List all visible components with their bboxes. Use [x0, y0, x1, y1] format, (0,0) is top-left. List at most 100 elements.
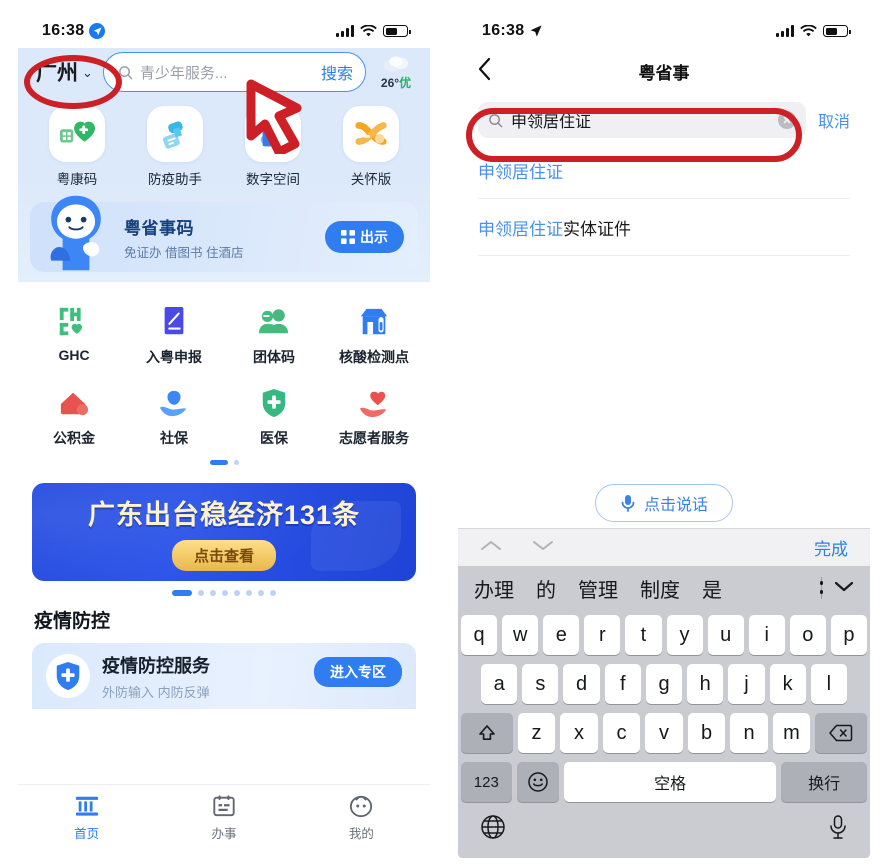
- microphone-icon[interactable]: [828, 814, 848, 845]
- carousel-dot[interactable]: [222, 590, 228, 596]
- cancel-button[interactable]: 取消: [818, 108, 850, 132]
- list-item[interactable]: 申领居住证实体证件: [478, 199, 850, 256]
- key-j[interactable]: j: [728, 664, 765, 704]
- key-w[interactable]: w: [502, 615, 539, 655]
- key-k[interactable]: k: [769, 664, 806, 704]
- search-value: 申领居住证: [511, 114, 592, 131]
- list-item[interactable]: 申领居住证: [478, 142, 850, 199]
- blue-spray-icon: [147, 106, 203, 162]
- key-c[interactable]: c: [602, 713, 641, 753]
- service-ttm[interactable]: 团体码: [224, 296, 324, 377]
- carousel-dot[interactable]: [270, 590, 276, 596]
- epidemic-service-card[interactable]: 疫情防控服务 外防输入 内防反弹 进入专区: [32, 643, 416, 709]
- show-code-button[interactable]: 出示: [325, 221, 404, 253]
- key-h[interactable]: h: [687, 664, 724, 704]
- service-zyzfw[interactable]: 志愿者服务: [324, 377, 424, 458]
- emoji-smiley-icon[interactable]: [516, 762, 560, 802]
- candidate-divider: [819, 577, 823, 599]
- carousel-dot[interactable]: [210, 590, 216, 596]
- status-bar-right: 16:38: [458, 8, 870, 48]
- key-f[interactable]: f: [604, 664, 641, 704]
- key-r[interactable]: r: [584, 615, 621, 655]
- key-o[interactable]: o: [789, 615, 826, 655]
- status-bar-left: 16:38: [18, 8, 430, 48]
- chevron-up-icon[interactable]: [480, 539, 502, 557]
- done-button[interactable]: 完成: [814, 535, 848, 560]
- voice-input-button[interactable]: 点击说话: [594, 484, 733, 522]
- service-yb[interactable]: 医保: [224, 377, 324, 458]
- space-key[interactable]: 空格: [564, 762, 777, 802]
- return-key[interactable]: 换行: [781, 762, 867, 802]
- carousel-dot[interactable]: [246, 590, 252, 596]
- shift-up-icon[interactable]: [461, 713, 513, 753]
- key-b[interactable]: b: [687, 713, 726, 753]
- candidate-word[interactable]: 管理: [578, 574, 618, 603]
- key-m[interactable]: m: [772, 713, 811, 753]
- blue-mascot-icon: [50, 195, 101, 271]
- key-i[interactable]: i: [748, 615, 785, 655]
- clear-circle-icon[interactable]: [777, 111, 796, 129]
- service-rysb[interactable]: 入粤申报: [124, 296, 224, 377]
- quick-action-fyzs[interactable]: 防疫助手: [137, 106, 213, 188]
- code-card-text: 粤省事码 免证办 借图书 住酒店: [124, 214, 243, 261]
- search-input[interactable]: 青少年服务... 搜索: [102, 52, 366, 92]
- city-selector[interactable]: 广州 ⌄: [34, 57, 93, 87]
- signal-bars-icon: [336, 25, 354, 37]
- key-u[interactable]: u: [707, 615, 744, 655]
- province-code-card[interactable]: 粤省事码 免证办 借图书 住酒店 出示: [30, 195, 418, 272]
- keyboard-row-2: a s d f g h j k l: [461, 664, 867, 704]
- key-d[interactable]: d: [563, 664, 600, 704]
- quick-action-ghb[interactable]: 关怀版: [333, 106, 409, 188]
- weather-widget[interactable]: 26°优: [376, 54, 416, 91]
- carousel-dot-active[interactable]: [172, 590, 192, 596]
- quick-action-szkj[interactable]: 数字空间: [235, 106, 311, 188]
- key-a[interactable]: a: [481, 664, 518, 704]
- tab-profile[interactable]: 我的: [293, 792, 430, 842]
- service-gjj[interactable]: 公积金: [24, 377, 124, 458]
- carousel-dot[interactable]: [198, 590, 204, 596]
- promo-banner-title: 广东出台稳经济131条: [87, 500, 361, 530]
- page-dot[interactable]: [233, 460, 239, 465]
- code-card-subtitle: 免证办 借图书 住酒店: [124, 245, 244, 260]
- candidate-expand-group: [811, 577, 854, 599]
- key-y[interactable]: y: [666, 615, 703, 655]
- right-phone-screen: 16:38 粤省事 申领居住证 取消 申领居住证 申领居住证实体证件 点击说话 …: [458, 8, 870, 858]
- chevron-down-icon[interactable]: [532, 539, 554, 557]
- carousel-dot[interactable]: [258, 590, 264, 596]
- key-v[interactable]: v: [645, 713, 683, 753]
- quick-action-ykm[interactable]: 粤康码: [39, 106, 115, 188]
- globe-icon[interactable]: [480, 814, 506, 845]
- candidate-word[interactable]: 制度: [640, 574, 680, 603]
- search-button[interactable]: 搜索: [321, 60, 353, 84]
- carousel-dot[interactable]: [234, 590, 240, 596]
- candidate-word[interactable]: 办理: [474, 574, 514, 603]
- group-people-icon: [224, 302, 324, 342]
- key-e[interactable]: e: [543, 615, 580, 655]
- search-input[interactable]: 申领居住证: [478, 102, 806, 138]
- chevron-down-icon[interactable]: [834, 579, 854, 597]
- key-p[interactable]: p: [830, 615, 867, 655]
- key-l[interactable]: l: [810, 664, 847, 704]
- key-g[interactable]: g: [645, 664, 683, 704]
- key-s[interactable]: s: [522, 664, 559, 704]
- candidate-word[interactable]: 的: [536, 574, 556, 603]
- promo-banner-button[interactable]: 点击查看: [171, 540, 276, 571]
- enter-zone-button[interactable]: 进入专区: [314, 657, 402, 687]
- promo-banner[interactable]: 广东出台稳经济131条 点击查看: [32, 483, 416, 581]
- key-z[interactable]: z: [517, 713, 556, 753]
- tab-label: 我的: [348, 827, 374, 841]
- location-arrow-icon: [89, 23, 106, 39]
- key-x[interactable]: x: [560, 713, 598, 753]
- candidate-word[interactable]: 是: [702, 574, 722, 603]
- service-hsjcd[interactable]: 核酸检测点: [324, 296, 424, 377]
- key-n[interactable]: n: [730, 713, 768, 753]
- numbers-key[interactable]: 123: [461, 762, 512, 802]
- key-t[interactable]: t: [625, 615, 662, 655]
- service-sb[interactable]: 社保: [124, 377, 224, 458]
- key-q[interactable]: q: [461, 615, 498, 655]
- service-ghc[interactable]: GHC: [24, 296, 124, 377]
- backspace-icon[interactable]: [815, 713, 867, 753]
- tab-home[interactable]: 首页: [18, 792, 155, 842]
- page-dot-active[interactable]: [209, 460, 228, 465]
- tab-services[interactable]: 办事: [155, 792, 292, 842]
